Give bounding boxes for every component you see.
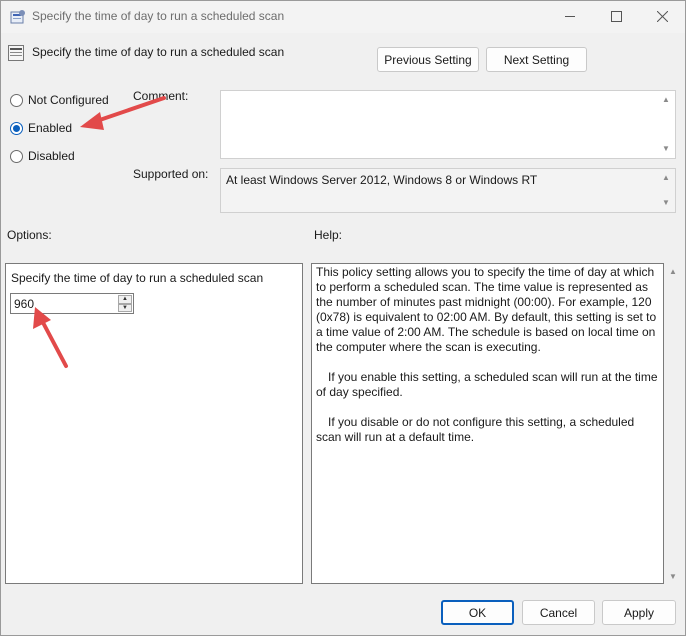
stepper-down-button[interactable]: ▼ (118, 303, 132, 312)
options-panel: Specify the time of day to run a schedul… (5, 263, 303, 584)
radio-disabled-control[interactable] (10, 149, 23, 163)
comment-scrollbar[interactable]: ▲ ▼ (658, 91, 675, 158)
maximize-button[interactable] (593, 1, 639, 32)
options-label: Options: (7, 228, 52, 242)
minimize-button[interactable] (547, 1, 593, 32)
stepper-up-button[interactable]: ▲ (118, 295, 132, 304)
supported-on-label: Supported on: (133, 167, 209, 181)
scroll-down-icon[interactable]: ▼ (669, 572, 677, 581)
supported-scrollbar[interactable]: ▲ ▼ (658, 169, 675, 212)
minimize-icon (564, 16, 575, 17)
scroll-down-icon[interactable]: ▼ (662, 199, 670, 207)
scan-time-stepper[interactable]: ▲ ▼ (10, 293, 134, 314)
radio-enabled-control[interactable] (10, 121, 23, 135)
comment-label: Comment: (133, 89, 189, 103)
maximize-icon (610, 11, 622, 22)
help-paragraph: If you enable this setting, a scheduled … (316, 370, 658, 399)
close-icon (656, 11, 668, 22)
title-bar[interactable]: Specify the time of day to run a schedul… (1, 1, 685, 33)
help-paragraph: If you disable or do not configure this … (316, 415, 635, 444)
scan-time-label: Specify the time of day to run a schedul… (11, 271, 264, 285)
radio-disabled-label: Disabled (28, 149, 75, 163)
scroll-up-icon[interactable]: ▲ (669, 267, 677, 276)
chevron-up-icon: ▲ (122, 296, 128, 303)
next-setting-button[interactable]: Next Setting (486, 47, 587, 72)
radio-not-configured-control[interactable] (10, 93, 23, 107)
comment-textarea[interactable]: ▲ ▼ (220, 90, 676, 159)
window-title: Specify the time of day to run a schedul… (32, 9, 285, 23)
ok-button[interactable]: OK (441, 600, 514, 625)
help-paragraph: This policy setting allows you to specif… (316, 265, 657, 354)
stepper-buttons: ▲ ▼ (118, 295, 132, 312)
apply-button[interactable]: Apply (602, 600, 676, 625)
close-button[interactable] (639, 1, 685, 32)
scroll-up-icon[interactable]: ▲ (662, 174, 670, 182)
help-label: Help: (314, 228, 343, 242)
radio-not-configured[interactable]: Not Configured (10, 93, 109, 107)
policy-dialog-window: Specify the time of day to run a schedul… (0, 0, 686, 636)
supported-on-box: At least Windows Server 2012, Windows 8 … (220, 168, 676, 213)
previous-setting-button[interactable]: Previous Setting (377, 47, 479, 72)
policy-app-icon (10, 10, 25, 24)
scan-time-input[interactable] (11, 294, 115, 313)
help-scrollbar[interactable]: ▲ ▼ (665, 263, 682, 584)
scroll-down-icon[interactable]: ▼ (662, 145, 670, 153)
setting-title: Specify the time of day to run a schedul… (32, 45, 285, 59)
help-panel: This policy setting allows you to specif… (311, 263, 664, 584)
scroll-up-icon[interactable]: ▲ (662, 96, 670, 104)
radio-disabled[interactable]: Disabled (10, 149, 75, 163)
radio-enabled[interactable]: Enabled (10, 121, 72, 135)
cancel-button[interactable]: Cancel (522, 600, 595, 625)
policy-setting-icon (8, 45, 24, 61)
radio-enabled-label: Enabled (28, 121, 73, 135)
chevron-down-icon: ▼ (122, 304, 128, 311)
radio-not-configured-label: Not Configured (28, 93, 109, 107)
supported-on-value: At least Windows Server 2012, Windows 8 … (226, 173, 538, 187)
help-text: This policy setting allows you to specif… (316, 265, 662, 460)
